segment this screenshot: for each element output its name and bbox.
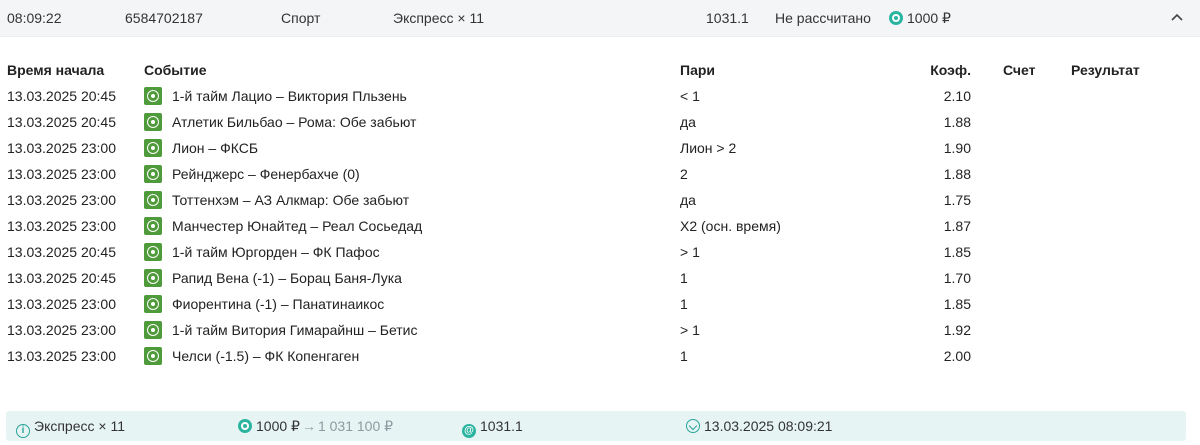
row-bet: да [680, 192, 696, 208]
row-coef: 2.10 [943, 88, 971, 104]
row-bet: Х2 (осн. время) [680, 218, 781, 234]
chevron-up-icon[interactable] [1168, 8, 1186, 26]
soccer-ball-icon [144, 217, 162, 235]
table-row: 13.03.2025 23:00 Тоттенхэм – АЗ Алкмар: … [0, 188, 1200, 214]
col-header-start-time: Время начала [7, 62, 105, 78]
bet-type: Экспресс × 11 [393, 10, 484, 26]
row-bet: да [680, 114, 696, 130]
row-event: 1-й тайм Лацио – Виктория Пльзень [172, 88, 407, 104]
row-event: Манчестер Юнайтед – Реал Сосьедад [172, 218, 423, 234]
row-event: 1-й тайм Юргорден – ФК Пафос [172, 244, 380, 260]
col-header-event: Событие [144, 62, 207, 78]
clock-icon [686, 419, 700, 433]
soccer-ball-icon [144, 347, 162, 365]
row-start-time: 13.03.2025 23:00 [7, 322, 116, 338]
row-start-time: 13.03.2025 20:45 [7, 114, 116, 130]
bet-status: Не рассчитано [775, 10, 871, 26]
row-bet: > 1 [680, 244, 700, 260]
row-start-time: 13.03.2025 23:00 [7, 140, 116, 156]
footer-potential-win: 1 031 100 ₽ [317, 418, 394, 434]
row-bet: 1 [680, 348, 688, 364]
table-row: 13.03.2025 23:00 Рейнджерс – Фенербахче … [0, 162, 1200, 188]
table-row: 13.03.2025 20:45 Атлетик Бильбао – Рома:… [0, 110, 1200, 136]
row-start-time: 13.03.2025 20:45 [7, 244, 116, 260]
table-row: 13.03.2025 23:00 Манчестер Юнайтед – Реа… [0, 214, 1200, 240]
footer-datetime: 13.03.2025 08:09:21 [686, 418, 832, 434]
footer-coef: @1031.1 [462, 418, 523, 438]
bet-category: Спорт [281, 10, 321, 26]
footer-stake-value: 1000 ₽ [256, 418, 300, 434]
table-row: 13.03.2025 20:45 1-й тайм Лацио – Виктор… [0, 84, 1200, 110]
soccer-ball-icon [144, 321, 162, 339]
row-bet: 1 [680, 270, 688, 286]
table-header: Время начала Событие Пари Коэф. Счет Рез… [0, 54, 1200, 84]
at-sign-icon: @ [462, 424, 476, 438]
row-event: Лион – ФКСБ [172, 140, 259, 156]
table-row: 13.03.2025 23:00 Фиорентина (-1) – Панат… [0, 292, 1200, 318]
soccer-ball-icon [144, 113, 162, 131]
row-coef: 1.90 [943, 140, 971, 156]
col-header-bet: Пари [680, 62, 716, 78]
footer-datetime-value: 13.03.2025 08:09:21 [704, 418, 833, 434]
soccer-ball-icon [144, 87, 162, 105]
row-start-time: 13.03.2025 23:00 [7, 296, 116, 312]
footer-bet-type: i Экспресс × 11 [16, 418, 125, 438]
soccer-ball-icon [144, 165, 162, 183]
row-event: Атлетик Бильбао – Рома: Обе забьют [172, 114, 417, 130]
footer-stake: 1000 ₽ → 1 031 100 ₽ [238, 418, 393, 435]
row-coef: 1.85 [943, 296, 971, 312]
footer-coef-value: 1031.1 [480, 418, 523, 434]
row-coef: 1.88 [943, 166, 971, 182]
row-start-time: 13.03.2025 23:00 [7, 166, 116, 182]
row-bet: < 1 [680, 88, 700, 104]
row-event: Тоттенхэм – АЗ Алкмар: Обе забьют [172, 192, 410, 208]
row-event: 1-й тайм Витория Гимарайнш – Бетис [172, 322, 418, 338]
soccer-ball-icon [144, 295, 162, 313]
row-start-time: 13.03.2025 23:00 [7, 192, 116, 208]
row-start-time: 13.03.2025 23:00 [7, 218, 116, 234]
col-header-coef: Коэф. [930, 62, 971, 78]
bet-id: 6584702187 [125, 10, 203, 26]
arrow-right-icon: → [301, 418, 316, 434]
row-bet: > 1 [680, 322, 700, 338]
row-coef: 1.88 [943, 114, 971, 130]
row-coef: 2.00 [943, 348, 971, 364]
table-row: 13.03.2025 20:45 1-й тайм Юргорден – ФК … [0, 240, 1200, 266]
table-row: 13.03.2025 20:45 Рапид Вена (-1) – Борац… [0, 266, 1200, 292]
row-bet: 1 [680, 296, 688, 312]
info-icon[interactable]: i [16, 424, 30, 438]
soccer-ball-icon [144, 243, 162, 261]
soccer-ball-icon [144, 191, 162, 209]
col-header-score: Счет [1003, 62, 1036, 78]
soccer-ball-icon [144, 139, 162, 157]
row-event: Челси (-1.5) – ФК Копенгаген [172, 348, 360, 364]
row-start-time: 13.03.2025 20:45 [7, 88, 116, 104]
table-row: 13.03.2025 23:00 Лион – ФКСБ Лион > 2 1.… [0, 136, 1200, 162]
bet-time: 08:09:22 [7, 10, 62, 26]
row-event: Рейнджерс – Фенербахче (0) [172, 166, 360, 182]
row-coef: 1.75 [943, 192, 971, 208]
row-start-time: 13.03.2025 23:00 [7, 348, 116, 364]
bet-stake: 1000 ₽ [889, 10, 951, 27]
row-coef: 1.87 [943, 218, 971, 234]
table-row: 13.03.2025 23:00 1-й тайм Витория Гимара… [0, 318, 1200, 344]
row-coef: 1.85 [943, 244, 971, 260]
row-coef: 1.92 [943, 322, 971, 338]
bet-stake-value: 1000 ₽ [907, 10, 951, 26]
col-header-result: Результат [1071, 62, 1140, 78]
soccer-ball-icon [144, 269, 162, 287]
row-bet: Лион > 2 [680, 140, 737, 156]
row-coef: 1.70 [943, 270, 971, 286]
coin-icon [889, 11, 903, 25]
row-start-time: 13.03.2025 20:45 [7, 270, 116, 286]
row-event: Рапид Вена (-1) – Борац Баня-Лука [172, 270, 402, 286]
footer-bet-type-label: Экспресс × 11 [34, 418, 125, 434]
coin-icon [238, 419, 252, 433]
bet-footer-summary: i Экспресс × 11 1000 ₽ → 1 031 100 ₽ @1031.… [6, 411, 1186, 441]
bet-summary-bar[interactable]: 08:09:22 6584702187 Спорт Экспресс × 11 … [0, 0, 1200, 37]
row-event: Фиорентина (-1) – Панатинаикос [172, 296, 385, 312]
bet-total-coef: 1031.1 [706, 10, 749, 26]
table-row: 13.03.2025 23:00 Челси (-1.5) – ФК Копен… [0, 344, 1200, 370]
row-bet: 2 [680, 166, 688, 182]
